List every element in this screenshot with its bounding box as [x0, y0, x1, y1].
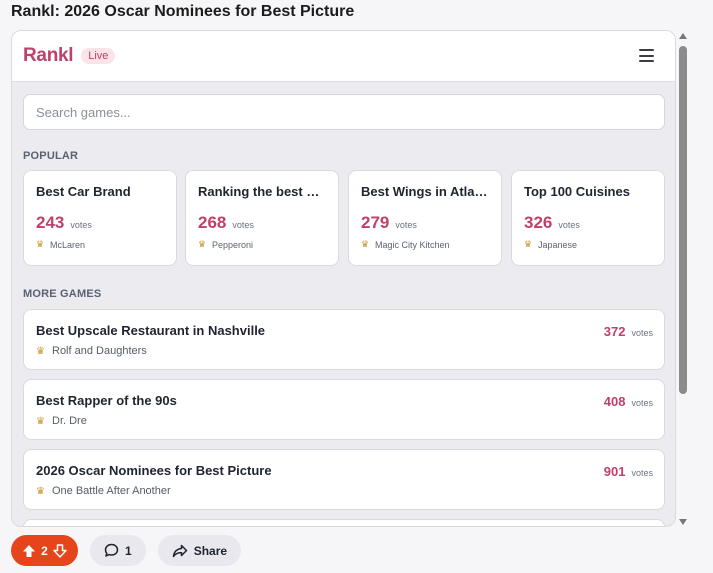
- votes-label: votes: [631, 398, 653, 408]
- search-input[interactable]: [23, 94, 665, 130]
- vote-count: 408: [603, 394, 626, 409]
- vote-count: 279: [361, 213, 390, 232]
- trophy-icon: ♛: [361, 239, 370, 249]
- trophy-icon: ♛: [36, 485, 45, 497]
- trophy-icon: ♛: [36, 415, 45, 427]
- popular-section-label: POPULAR: [23, 150, 79, 162]
- votes-label: votes: [395, 220, 417, 230]
- game-row[interactable]: Best Upscale Restaurant in Nashville ♛ Ro…: [23, 309, 665, 370]
- votes-label: votes: [558, 220, 580, 230]
- post-action-bar: 2 1 Share: [11, 535, 242, 566]
- app-header: Rankl Live: [12, 31, 675, 82]
- game-row-partial[interactable]: [23, 519, 665, 526]
- leader-name: Pepperoni: [212, 239, 254, 250]
- popular-card-title: Best Car Brand: [36, 184, 131, 199]
- trophy-icon: ♛: [36, 345, 45, 357]
- page-title: Rankl: 2026 Oscar Nominees for Best Pict…: [11, 3, 355, 20]
- vote-count: 901: [603, 464, 626, 479]
- leader-name: Magic City Kitchen: [375, 239, 450, 250]
- popular-card[interactable]: Best Wings in Atlanta 279 votes ♛ Magic Ci…: [348, 170, 502, 266]
- popular-card-title: Ranking the best Pizza Toppings: [198, 184, 327, 199]
- popular-card[interactable]: Top 100 Cuisines 326 votes ♛ Japanese: [511, 170, 665, 266]
- share-label: Share: [193, 543, 228, 558]
- logo[interactable]: Rankl: [23, 45, 74, 67]
- votes-label: votes: [631, 468, 653, 478]
- vote-control: 2: [11, 535, 78, 566]
- downvote-icon[interactable]: [53, 543, 67, 558]
- scrollbar-thumb[interactable]: [679, 46, 687, 394]
- share-icon: [172, 544, 187, 557]
- leader-name: One Battle After Another: [52, 485, 171, 497]
- embedded-app-frame: Rankl Live POPULAR Best Car Brand 243 vot…: [11, 30, 676, 527]
- game-title: Best Upscale Restaurant in Nashville: [36, 323, 266, 338]
- leader-name: Rolf and Daughters: [52, 345, 147, 357]
- popular-card[interactable]: Ranking the best Pizza Toppings 268 votes…: [185, 170, 339, 266]
- hamburger-icon[interactable]: [639, 49, 655, 62]
- scroll-down-arrow-icon[interactable]: [679, 519, 687, 525]
- more-games-section-label: MORE GAMES: [23, 288, 102, 300]
- leader-name: Dr. Dre: [52, 415, 87, 427]
- game-title: Best Rapper of the 90s: [36, 393, 177, 408]
- comment-count: 1: [125, 543, 132, 558]
- live-badge: Live: [81, 48, 116, 64]
- trophy-icon: ♛: [524, 239, 533, 249]
- game-title: 2026 Oscar Nominees for Best Picture: [36, 463, 272, 478]
- popular-card-title: Best Wings in Atlanta: [361, 184, 490, 199]
- popular-card-title: Top 100 Cuisines: [524, 184, 630, 199]
- popular-card[interactable]: Best Car Brand 243 votes ♛ McLaren: [23, 170, 177, 266]
- scrollbar[interactable]: [678, 30, 688, 527]
- comments-button[interactable]: 1: [90, 535, 146, 566]
- vote-score: 2: [41, 543, 48, 558]
- scroll-up-arrow-icon[interactable]: [679, 33, 687, 39]
- leader-name: Japanese: [538, 239, 578, 250]
- votes-label: votes: [70, 220, 92, 230]
- upvote-icon[interactable]: [22, 544, 36, 558]
- vote-count: 268: [198, 213, 227, 232]
- game-row[interactable]: Best Rapper of the 90s ♛ Dr. Dre 408 votes: [23, 379, 665, 440]
- vote-count: 243: [36, 213, 65, 232]
- vote-count: 372: [603, 324, 626, 339]
- game-row[interactable]: 2026 Oscar Nominees for Best Picture ♛ On…: [23, 449, 665, 510]
- leader-name: McLaren: [50, 239, 86, 250]
- vote-count: 326: [524, 213, 553, 232]
- votes-label: votes: [631, 328, 653, 338]
- comment-icon: [104, 543, 119, 557]
- trophy-icon: ♛: [198, 239, 207, 249]
- share-button[interactable]: Share: [157, 535, 242, 566]
- trophy-icon: ♛: [36, 239, 45, 249]
- votes-label: votes: [232, 220, 254, 230]
